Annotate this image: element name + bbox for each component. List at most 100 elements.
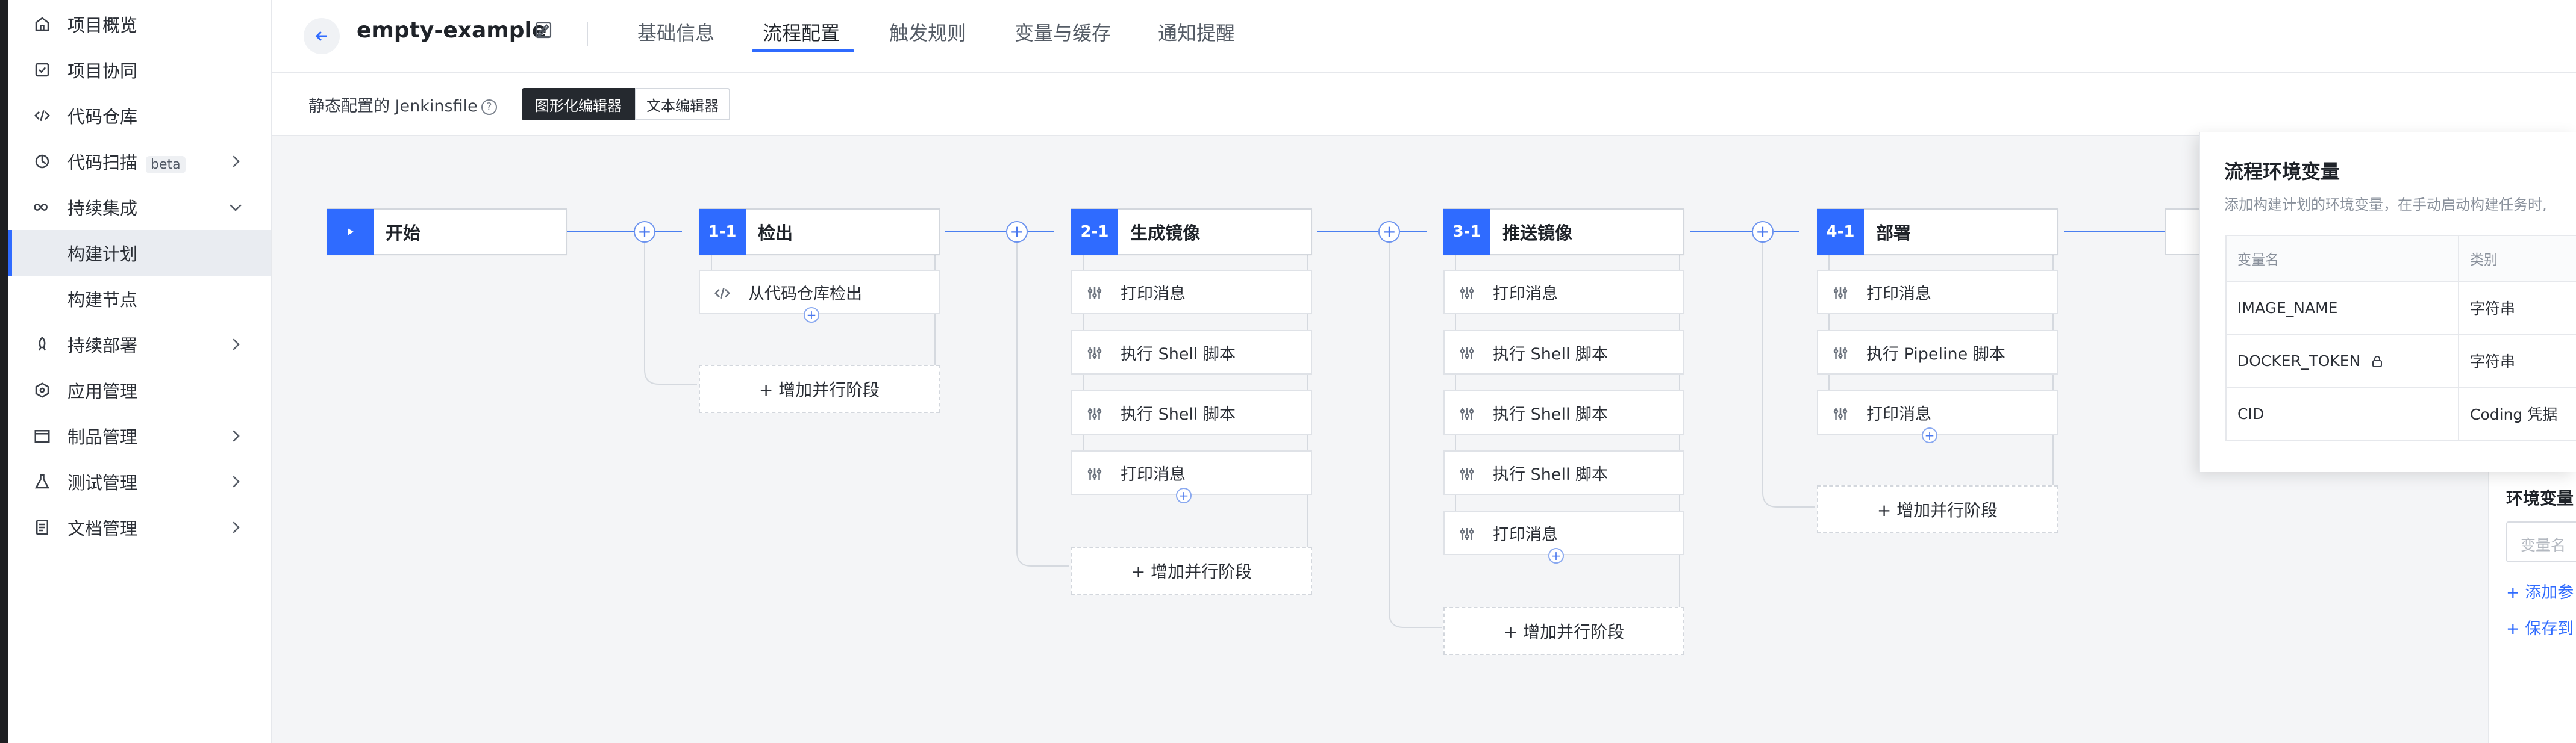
sidebar-item-docs[interactable]: 文档管理 bbox=[8, 505, 271, 550]
step-label: 执行 Shell 脚本 bbox=[1121, 344, 1236, 364]
table-row[interactable]: IMAGE_NAME 字符串 bbox=[2227, 282, 2576, 335]
step-item[interactable]: 执行 Pipeline 脚本 bbox=[1817, 330, 2058, 375]
sidebar-item-artifacts[interactable]: 制品管理 bbox=[8, 413, 271, 459]
sliders-icon bbox=[1087, 347, 1102, 359]
sidebar-item-label: 制品管理 bbox=[67, 427, 138, 447]
tab-pipeline-config[interactable]: 流程配置 bbox=[763, 18, 840, 46]
stage-number: 3-1 bbox=[1443, 209, 1490, 255]
add-stage-button[interactable]: + bbox=[634, 221, 655, 243]
sidebar-item-ci[interactable]: 持续集成 bbox=[8, 184, 271, 230]
stage-name: 生成镜像 bbox=[1130, 223, 1201, 243]
stage-deploy[interactable]: 4-1 部署 bbox=[1817, 208, 2058, 255]
add-parallel-stage-button[interactable]: + 增加并行阶段 bbox=[1817, 485, 2058, 533]
variable-name-input[interactable]: 变量名 bbox=[2506, 521, 2576, 562]
tab-trigger-rules[interactable]: 触发规则 bbox=[889, 18, 966, 46]
stage-checkout[interactable]: 1-1 检出 bbox=[699, 208, 940, 255]
step-item[interactable]: 打印消息 bbox=[1071, 270, 1312, 314]
flask-icon bbox=[31, 471, 53, 493]
stage-build-image[interactable]: 2-1 生成镜像 bbox=[1071, 208, 1312, 255]
start-node[interactable]: 开始 bbox=[327, 208, 567, 255]
sidebar-item-build-plan[interactable]: 构建计划 bbox=[8, 230, 271, 276]
var-type: 字符串 bbox=[2470, 353, 2516, 370]
tab-variables-cache[interactable]: 变量与缓存 bbox=[1014, 18, 1111, 46]
help-icon[interactable]: ? bbox=[481, 99, 497, 115]
step-item[interactable]: 执行 Shell 脚本 bbox=[1071, 330, 1312, 375]
sidebar-item-repo[interactable]: 代码仓库 bbox=[8, 93, 271, 138]
column-divider bbox=[2458, 282, 2459, 334]
step-item[interactable]: 打印消息 bbox=[1817, 390, 2058, 435]
step-label: 从代码仓库检出 bbox=[748, 284, 862, 303]
step-item[interactable]: 执行 Shell 脚本 bbox=[1071, 390, 1312, 435]
chevron-right-icon bbox=[233, 338, 240, 350]
step-label: 打印消息 bbox=[1121, 465, 1186, 484]
sidebar-item-cd[interactable]: 持续部署 bbox=[8, 322, 271, 367]
table-row[interactable]: DOCKER_TOKEN 字符串 bbox=[2227, 335, 2576, 388]
add-stage-button[interactable]: + bbox=[1378, 221, 1400, 243]
add-step-button[interactable]: + bbox=[1922, 427, 1937, 443]
add-parallel-stage-button[interactable]: + 增加并行阶段 bbox=[699, 365, 940, 413]
chevron-right-icon bbox=[233, 430, 240, 442]
sidebar-item-label: 持续集成 bbox=[67, 198, 138, 219]
arrow-left-icon bbox=[315, 31, 327, 42]
step-label: 执行 Shell 脚本 bbox=[1493, 344, 1608, 364]
sidebar-item-label: 项目协同 bbox=[67, 61, 138, 81]
sidebar-item-label: 项目概览 bbox=[67, 15, 138, 36]
add-parameter-link[interactable]: + 添加参 bbox=[2506, 579, 2574, 603]
text-editor-button[interactable]: 文本编辑器 bbox=[635, 88, 730, 120]
chevron-right-icon bbox=[233, 521, 240, 533]
sidebar-item-label: 持续部署 bbox=[67, 335, 138, 356]
app-root: 项目概览 项目协同 代码仓库 代码扫描 beta 持续集成 构建计划 构建节点 bbox=[0, 0, 2576, 743]
step-item[interactable]: 执行 Shell 脚本 bbox=[1443, 390, 1684, 435]
sidebar-item-testing[interactable]: 测试管理 bbox=[8, 459, 271, 505]
step-item[interactable]: 执行 Shell 脚本 bbox=[1443, 450, 1684, 495]
sliders-icon bbox=[1460, 287, 1474, 299]
edit-icon[interactable] bbox=[534, 20, 553, 40]
step-item[interactable]: 打印消息 bbox=[1443, 511, 1684, 555]
sidebar-item-label: 应用管理 bbox=[67, 381, 138, 402]
add-step-button[interactable]: + bbox=[1548, 548, 1564, 564]
add-stage-button[interactable]: + bbox=[1006, 221, 1028, 243]
add-parallel-stage-button[interactable]: + 增加并行阶段 bbox=[1071, 547, 1312, 595]
sidebar-item-apps[interactable]: 应用管理 bbox=[8, 367, 271, 413]
step-item[interactable]: 打印消息 bbox=[1817, 270, 2058, 314]
variable-name-placeholder: 变量名 bbox=[2521, 536, 2566, 554]
add-parallel-stage-button[interactable]: + 增加并行阶段 bbox=[1443, 607, 1684, 655]
var-name: IMAGE_NAME bbox=[2237, 299, 2338, 317]
step-item[interactable]: 执行 Shell 脚本 bbox=[1443, 330, 1684, 375]
window-edge bbox=[0, 0, 8, 743]
sidebar-item-label: 构建计划 bbox=[67, 244, 138, 264]
step-item[interactable]: 从代码仓库检出 bbox=[699, 270, 940, 314]
sidebar-item-scan[interactable]: 代码扫描 beta bbox=[8, 138, 271, 184]
tab-notifications[interactable]: 通知提醒 bbox=[1158, 18, 1235, 46]
var-type: 字符串 bbox=[2470, 300, 2516, 317]
save-to-link[interactable]: + 保存到 bbox=[2506, 615, 2574, 639]
stage-number: 2-1 bbox=[1071, 209, 1118, 255]
back-button[interactable] bbox=[304, 18, 340, 54]
add-step-button[interactable]: + bbox=[804, 307, 819, 323]
collab-icon bbox=[31, 59, 53, 81]
var-name: DOCKER_TOKEN bbox=[2237, 352, 2384, 370]
add-stage-button[interactable]: + bbox=[1752, 221, 1774, 243]
env-variables-popover: 流程环境变量 添加构建计划的环境变量，在手动启动构建任务时, 变量名 类别 IM… bbox=[2199, 132, 2576, 472]
chevron-down-icon bbox=[230, 204, 242, 211]
sidebar-item-label: 测试管理 bbox=[67, 473, 138, 493]
add-step-button[interactable]: + bbox=[1176, 488, 1192, 503]
step-item[interactable]: 打印消息 bbox=[1443, 270, 1684, 314]
stage-name: 推送镜像 bbox=[1502, 223, 1573, 243]
step-item[interactable]: 打印消息 bbox=[1071, 450, 1312, 495]
stage-push-image[interactable]: 3-1 推送镜像 bbox=[1443, 208, 1684, 255]
sidebar-item-label: 文档管理 bbox=[67, 518, 138, 539]
graphic-editor-button[interactable]: 图形化编辑器 bbox=[522, 88, 635, 120]
sidebar-item-build-node[interactable]: 构建节点 bbox=[8, 276, 271, 322]
start-label: 开始 bbox=[386, 223, 421, 243]
table-row[interactable]: CID Coding 凭据 bbox=[2227, 388, 2576, 441]
tab-basic-info[interactable]: 基础信息 bbox=[637, 18, 714, 46]
step-label: 执行 Shell 脚本 bbox=[1121, 405, 1236, 424]
step-label: 打印消息 bbox=[1493, 284, 1558, 303]
stage-name: 部署 bbox=[1876, 223, 1912, 243]
sliders-icon bbox=[1460, 347, 1474, 359]
column-divider bbox=[2458, 236, 2459, 281]
sliders-icon bbox=[1087, 287, 1102, 299]
sidebar-item-collab[interactable]: 项目协同 bbox=[8, 47, 271, 93]
sidebar-item-overview[interactable]: 项目概览 bbox=[8, 1, 271, 47]
